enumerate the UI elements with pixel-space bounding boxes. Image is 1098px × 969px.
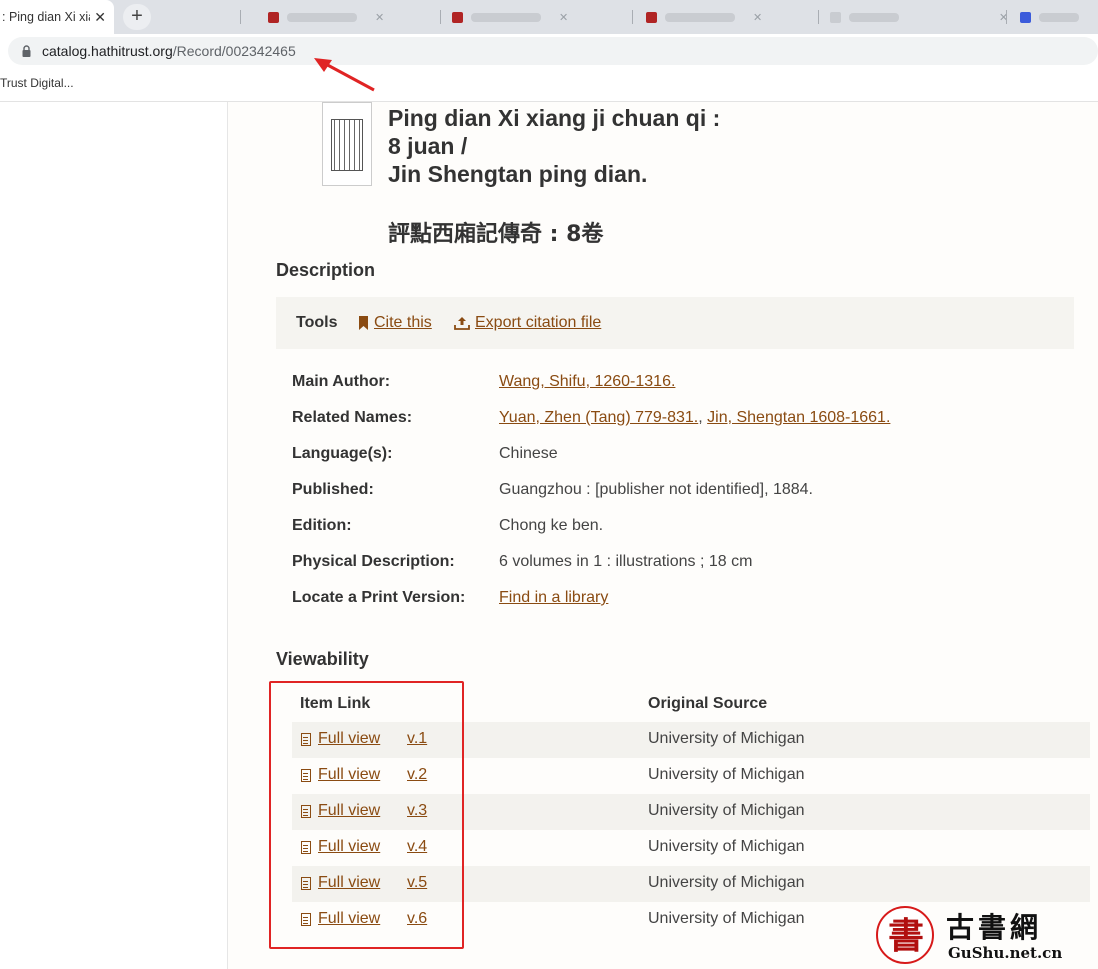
favicon-icon	[452, 11, 463, 23]
locate-print-label: Locate a Print Version:	[292, 589, 466, 606]
export-citation-label: Export citation file	[475, 314, 602, 331]
watermark-logo: 書 古書網 GuShu.net.cn	[876, 906, 1066, 966]
close-icon[interactable]: ✕	[559, 11, 568, 24]
background-tab[interactable]	[1020, 6, 1097, 28]
background-tab[interactable]: ✕	[830, 6, 1008, 28]
background-tab[interactable]: ✕	[646, 6, 762, 28]
related-name-link[interactable]: Jin, Shengtan 1608-1661.	[707, 409, 890, 426]
viewability-heading: Viewability	[276, 649, 369, 669]
favicon-icon	[830, 11, 841, 23]
record-title-cjk: 評點西廂記傳奇 : 8卷	[388, 222, 604, 247]
main-author-label: Main Author:	[292, 373, 391, 390]
url-text: catalog.hathitrust.org/Record/002342465	[42, 43, 296, 59]
background-tab[interactable]: ✕	[268, 6, 384, 28]
original-source: University of Michigan	[648, 766, 805, 783]
close-icon[interactable]: ✕	[94, 9, 106, 26]
tab-title-blurred	[471, 12, 541, 22]
tab-active[interactable]: : Ping dian Xi xiang ji ✕	[0, 0, 114, 34]
locate-print-value: Find in a library	[499, 589, 608, 607]
export-citation-link[interactable]: Export citation file	[454, 314, 601, 332]
row-language: Language(s): Chinese	[292, 445, 1072, 469]
original-source: University of Michigan	[648, 874, 805, 891]
physical-description-label: Physical Description:	[292, 553, 455, 570]
cite-this-label: Cite this	[374, 314, 432, 331]
language-value: Chinese	[499, 445, 558, 462]
related-name-link[interactable]: Yuan, Zhen (Tang) 779-831.	[499, 409, 698, 426]
published-value: Guangzhou : [publisher not identified], …	[499, 481, 813, 498]
bookmarks-bar: Trust Digital...	[0, 68, 1098, 102]
annotation-arrow-icon	[314, 58, 375, 92]
record-title: Ping dian Xi xiang ji chuan qi : 8 juan …	[388, 104, 720, 188]
tab-separator	[632, 10, 633, 24]
favicon-icon	[646, 11, 657, 23]
url-path: /Record/002342465	[172, 43, 296, 59]
row-physical-description: Physical Description: 6 volumes in 1 : i…	[292, 553, 1072, 577]
tab-title-blurred	[665, 12, 735, 22]
main-author-link[interactable]: Wang, Shifu, 1260-1316.	[499, 373, 675, 390]
tools-bar: Tools Cite this Export citation file	[276, 297, 1074, 349]
bookmark-icon	[359, 316, 368, 330]
url-input[interactable]: catalog.hathitrust.org/Record/002342465	[8, 37, 1098, 65]
row-edition: Edition: Chong ke ben.	[292, 517, 1072, 541]
tab-separator	[240, 10, 241, 24]
lock-icon	[22, 45, 31, 57]
cite-this-link[interactable]: Cite this	[358, 314, 432, 332]
tab-title-blurred	[1039, 12, 1079, 22]
row-published: Published: Guangzhou : [publisher not id…	[292, 481, 1072, 505]
find-in-library-link[interactable]: Find in a library	[499, 589, 608, 606]
annotation-highlight-box	[269, 681, 464, 949]
book-thumbnail[interactable]	[322, 102, 372, 186]
row-main-author: Main Author: Wang, Shifu, 1260-1316.	[292, 373, 1072, 397]
address-bar: catalog.hathitrust.org/Record/002342465	[0, 34, 1098, 68]
original-source: University of Michigan	[648, 802, 805, 819]
title-line-1: Ping dian Xi xiang ji chuan qi :	[388, 105, 721, 131]
original-source: University of Michigan	[648, 910, 805, 927]
language-label: Language(s):	[292, 445, 393, 462]
watermark-cjk-text: 古書網	[946, 911, 1043, 944]
background-tab[interactable]: ✕	[452, 6, 568, 28]
physical-description-value: 6 volumes in 1 : illustrations ; 18 cm	[499, 553, 753, 570]
original-source: University of Michigan	[648, 730, 805, 747]
close-icon[interactable]: ✕	[375, 11, 384, 24]
description-heading: Description	[276, 260, 376, 280]
related-names-label: Related Names:	[292, 409, 413, 426]
favicon-icon	[1020, 11, 1031, 23]
title-line-3: Jin Shengtan ping dian.	[388, 161, 648, 187]
row-related-names: Related Names: Yuan, Zhen (Tang) 779-831…	[292, 409, 1072, 433]
original-source: University of Michigan	[648, 838, 805, 855]
tab-bar: : Ping dian Xi xiang ji ✕ + ✕ ✕ ✕ ✕	[0, 0, 1098, 34]
main-author-value: Wang, Shifu, 1260-1316.	[499, 373, 675, 391]
tab-title: : Ping dian Xi xiang ji	[2, 10, 90, 24]
title-line-2: 8 juan /	[388, 133, 468, 159]
watermark-seal: 書	[876, 906, 934, 964]
new-tab-button[interactable]: +	[123, 4, 151, 30]
tab-separator	[818, 10, 819, 24]
related-names-value: Yuan, Zhen (Tang) 779-831., Jin, Shengta…	[499, 409, 890, 427]
published-label: Published:	[292, 481, 374, 498]
tab-title-blurred	[849, 12, 899, 22]
column-header-original-source: Original Source	[648, 695, 768, 712]
favicon-icon	[268, 11, 279, 23]
url-domain: catalog.hathitrust.org	[42, 43, 173, 59]
watermark-en-text: GuShu.net.cn	[948, 944, 1063, 962]
tab-separator	[440, 10, 441, 24]
edition-value: Chong ke ben.	[499, 517, 604, 534]
close-icon[interactable]: ✕	[753, 11, 762, 24]
export-icon	[454, 317, 470, 330]
row-locate-print: Locate a Print Version: Find in a librar…	[292, 589, 1072, 613]
watermark-glyph: 書	[888, 915, 925, 957]
edition-label: Edition:	[292, 517, 352, 534]
left-sidebar	[0, 102, 228, 969]
bookmark-item[interactable]: Trust Digital...	[0, 76, 74, 90]
tab-title-blurred	[287, 12, 357, 22]
thumbnail-image	[331, 119, 363, 171]
related-separator: ,	[698, 409, 708, 426]
tab-separator	[1006, 10, 1007, 24]
tools-label: Tools	[296, 314, 338, 331]
